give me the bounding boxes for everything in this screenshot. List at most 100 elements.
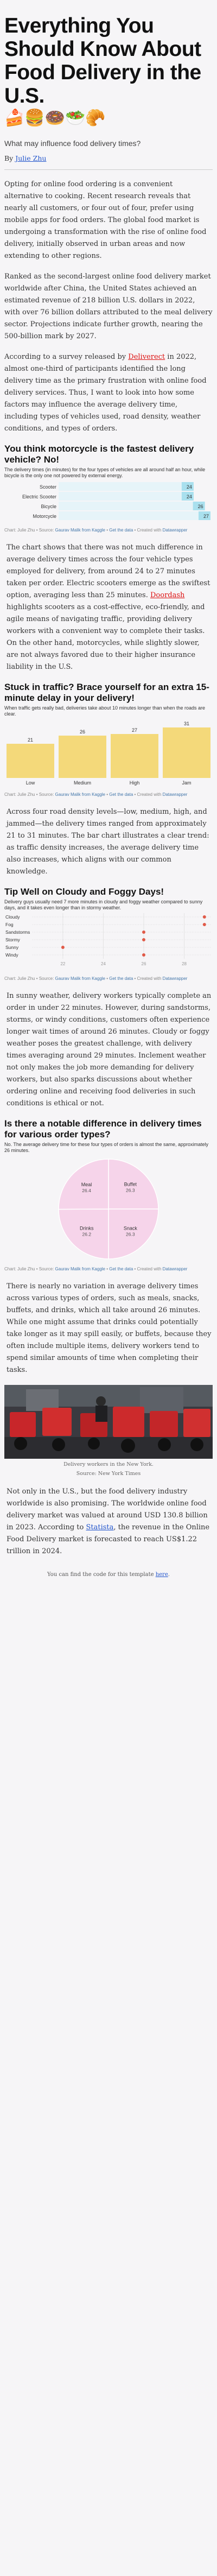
slice-label: Buffet <box>124 1182 137 1187</box>
bar-category-label: High <box>130 780 140 786</box>
text: highlights scooters as a cost-effective,… <box>7 603 205 671</box>
category-label: Stormy <box>5 937 21 942</box>
photo-caption: Delivery workers in the New York. <box>63 1461 154 1467</box>
text: in 2022, almost one-third of participant… <box>4 353 207 433</box>
bar-category-label: Jam <box>182 780 191 786</box>
chart-source: Chart: Julie Zhu • Source: Gaurav Malik … <box>4 528 213 533</box>
bar <box>59 736 106 778</box>
source-prefix: Chart: Julie Zhu • Source: <box>4 792 55 797</box>
vehicle-bar-chart: Scooter 24 Electric Scooter 24 Bicycle 26 Moto… <box>22 482 210 520</box>
chart-subtitle: When traffic gets really bad, deliveries… <box>4 705 206 717</box>
slice-label: Snack <box>124 1225 138 1231</box>
statista-link[interactable]: Statista <box>86 1523 114 1531</box>
data-point <box>61 946 65 949</box>
data-point <box>142 953 145 957</box>
bar-category-label: Electric Scooter <box>22 494 56 499</box>
deliverect-link[interactable]: Deliverect <box>128 353 165 361</box>
bar-value-label: 27 <box>132 727 137 733</box>
source-link[interactable]: Gaurav Malik from Kaggle <box>55 528 105 533</box>
bar <box>59 502 205 510</box>
source-link[interactable]: Gaurav Malik from Kaggle <box>55 792 105 797</box>
category-label: Sandstorms <box>5 929 30 935</box>
datawrapper-link[interactable]: Datawrapper <box>163 976 188 981</box>
byline: By Julie Zhu <box>4 154 213 162</box>
chart-source: Chart: Julie Zhu • Source: Gaurav Malik … <box>4 792 213 798</box>
separator: • Created with <box>133 1267 163 1271</box>
separator: • Created with <box>133 792 163 797</box>
bar-category-label: Bicycle <box>41 504 56 509</box>
separator: • Created with <box>133 976 163 981</box>
source-link[interactable]: Gaurav Malik from Kaggle <box>55 976 105 981</box>
text: According to a survey released by <box>4 353 129 361</box>
paragraph-weather: In sunny weather, delivery workers typic… <box>7 992 212 1107</box>
bar-category-label: Low <box>26 780 35 786</box>
photo-source: Source: New York Times <box>76 1471 141 1477</box>
doordash-link[interactable]: Doordash <box>150 591 184 599</box>
delivery-workers-photo <box>4 1385 213 1459</box>
paragraph-vehicles: The chart shows that there was not much … <box>4 542 213 673</box>
source-prefix: Chart: Julie Zhu • Source: <box>4 976 55 981</box>
bar-value-label: 31 <box>184 721 189 726</box>
vehicle-chart: You think motorcycle is the fastest deli… <box>4 444 213 533</box>
source-prefix: Chart: Julie Zhu • Source: <box>4 528 55 533</box>
datawrapper-link[interactable]: Datawrapper <box>163 792 188 797</box>
bar <box>163 727 210 778</box>
chart-source: Chart: Julie Zhu • Source: Gaurav Malik … <box>4 1267 213 1272</box>
category-label: Windy <box>5 952 18 958</box>
slice-value-label: 26.2 <box>82 1231 92 1237</box>
weather-chart: Tip Well on Cloudy and Foggy Days! Deliv… <box>4 887 213 982</box>
x-tick-label: 22 <box>60 961 65 966</box>
order-type-pie-chart: Buffet26.3Snack26.3Drinks26.2Meal26.4 <box>58 1159 159 1259</box>
bar-value-label: 24 <box>187 484 192 490</box>
bar <box>59 511 210 520</box>
paragraph-global: Not only in the U.S., but the food deliv… <box>4 1486 213 1558</box>
bar-category-label: Scooter <box>40 484 56 490</box>
chart-subtitle: No. The average delivery time for these … <box>4 1142 209 1153</box>
bar <box>111 734 158 778</box>
chart-title: Stuck in traffic? Brace yourself for an … <box>4 682 209 703</box>
get-data-link[interactable]: Get the data <box>109 1267 133 1271</box>
bar-value-label: 24 <box>187 494 192 499</box>
food-emoji-row: 🍰🍔🍩🥗🥐 <box>4 109 106 128</box>
category-label: Fog <box>5 922 14 927</box>
slice-value-label: 26.3 <box>126 1188 135 1193</box>
get-data-link[interactable]: Get the data <box>109 792 133 797</box>
traffic-chart: Stuck in traffic? Brace yourself for an … <box>4 682 213 798</box>
category-label: Cloudy <box>5 914 20 920</box>
divider <box>4 169 213 170</box>
photo-figure: Delivery workers in the New York. Source… <box>4 1385 213 1477</box>
byline-prefix: By <box>4 154 16 162</box>
paragraph-market: Ranked as the second-largest online food… <box>4 273 213 340</box>
category-label: Sunny <box>5 945 19 950</box>
data-point <box>142 938 145 941</box>
footer-end: . <box>168 1572 170 1578</box>
order-type-chart: Is there a notable difference in deliver… <box>4 1118 213 1272</box>
traffic-bar-chart: 21 Low 26 Medium 27 High 31 Jam <box>7 721 210 786</box>
bar-value-label: 27 <box>203 514 209 519</box>
data-point <box>142 931 145 934</box>
article: Everything You Should Know About Food De… <box>0 0 217 1588</box>
paragraph-orders: There is nearly no variation in average … <box>7 1282 212 1374</box>
bar-category-label: Motorcycle <box>33 514 56 519</box>
get-data-link[interactable]: Get the data <box>109 976 133 981</box>
x-tick-label: 24 <box>101 961 106 966</box>
author-link[interactable]: Julie Zhu <box>15 154 46 162</box>
datawrapper-link[interactable]: Datawrapper <box>163 528 188 533</box>
chart-title: You think motorcycle is the fastest deli… <box>4 444 194 465</box>
separator: • Created with <box>133 528 163 533</box>
x-tick-label: 28 <box>182 961 187 966</box>
chart-source: Chart: Julie Zhu • Source: Gaurav Malik … <box>4 976 213 982</box>
footer: You can find the code for this template … <box>4 1572 213 1588</box>
bar-value-label: 26 <box>198 504 203 509</box>
slice-label: Meal <box>81 1182 92 1187</box>
bar-value-label: 21 <box>28 737 33 743</box>
get-data-link[interactable]: Get the data <box>109 528 133 533</box>
datawrapper-link[interactable]: Datawrapper <box>163 1267 188 1271</box>
data-point <box>202 915 206 919</box>
template-link[interactable]: here <box>156 1572 168 1578</box>
paragraph-survey: According to a survey released by Delive… <box>4 351 213 435</box>
footer-text: You can find the code for this template <box>47 1572 156 1578</box>
slice-value-label: 26.4 <box>82 1188 91 1193</box>
article-subtitle: What may influence food delivery times? <box>4 139 141 148</box>
source-link[interactable]: Gaurav Malik from Kaggle <box>55 1267 105 1271</box>
